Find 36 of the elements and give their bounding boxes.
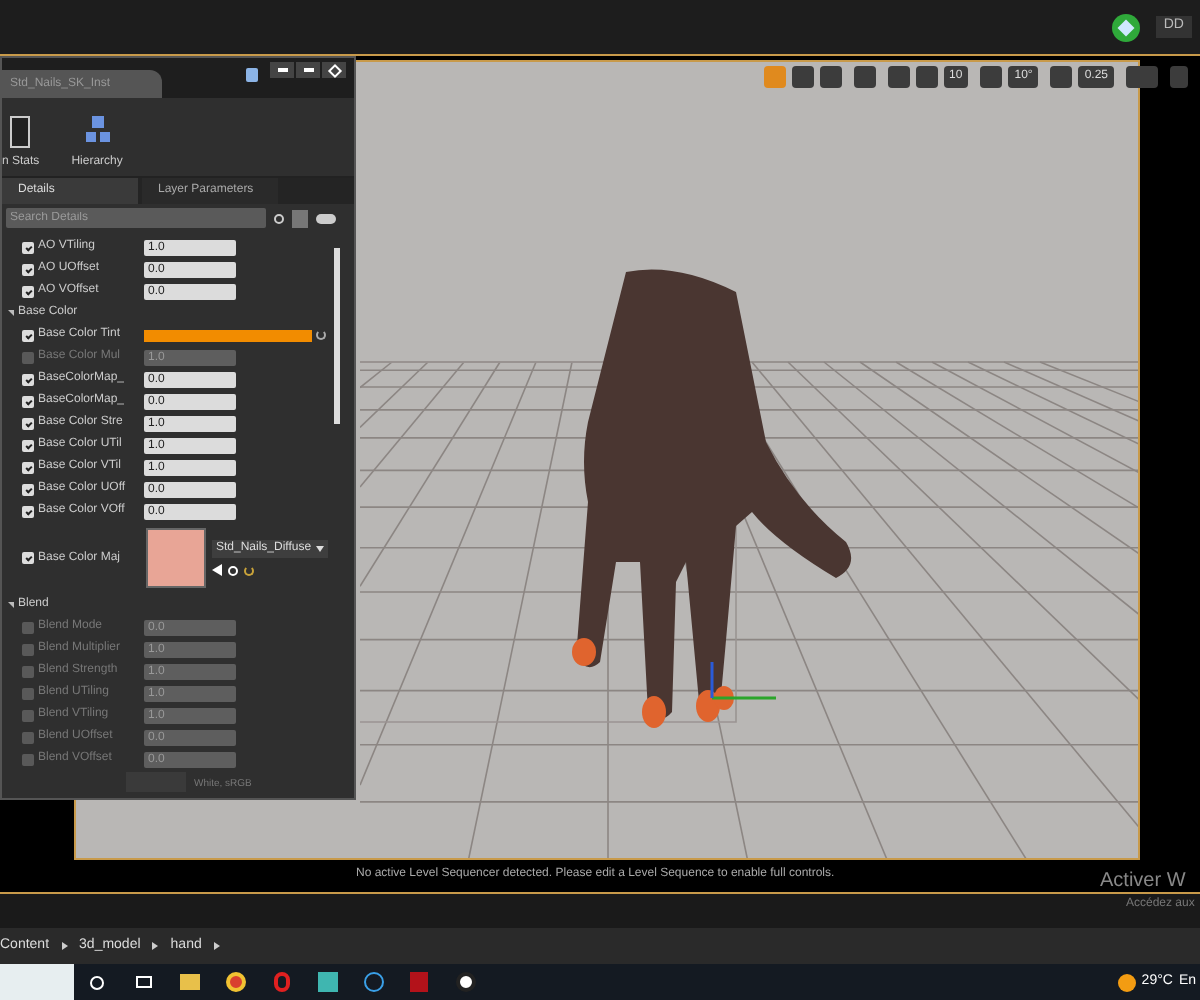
folder-icon[interactable] — [179, 974, 199, 990]
checkbox[interactable] — [22, 505, 34, 517]
transform-gizmo-icon[interactable] — [710, 662, 776, 700]
reset-icon[interactable] — [316, 330, 326, 340]
reset-icon[interactable] — [244, 565, 254, 575]
arrow-left-icon[interactable] — [212, 564, 222, 576]
checkbox[interactable] — [22, 461, 34, 473]
activation-title: Activer W — [1100, 868, 1186, 896]
color-swatch[interactable] — [144, 329, 312, 341]
checkbox[interactable] — [22, 263, 34, 275]
checkbox[interactable] — [22, 417, 34, 429]
browser-icon[interactable] — [225, 972, 245, 992]
checkbox[interactable] — [22, 483, 34, 495]
checkbox[interactable] — [22, 241, 34, 253]
task-view-icon[interactable] — [135, 976, 151, 988]
checkbox[interactable] — [22, 552, 34, 564]
expand-arrow-icon[interactable] — [8, 602, 14, 608]
minimize-icon[interactable] — [270, 62, 294, 78]
checkbox[interactable] — [22, 439, 34, 451]
texture-thumbnail — [146, 528, 206, 588]
scrollbar-thumb[interactable] — [334, 248, 340, 424]
app-status-icon[interactable] — [1111, 13, 1140, 41]
opera-icon[interactable] — [273, 972, 289, 992]
checkbox[interactable] — [22, 395, 34, 407]
hierarchy-icon[interactable] — [83, 116, 112, 148]
weather-icon[interactable] — [1117, 973, 1136, 991]
expand-arrow-icon[interactable] — [8, 310, 14, 316]
checkbox[interactable] — [22, 285, 34, 297]
chevron-right-icon[interactable] — [213, 942, 220, 950]
checkbox[interactable] — [22, 373, 34, 385]
wallpaper-thumbnail — [0, 964, 74, 1000]
chevron-right-icon[interactable] — [61, 942, 68, 950]
caret-icon — [315, 546, 324, 552]
checkbox[interactable] — [22, 329, 34, 341]
chevron-right-icon[interactable] — [152, 942, 159, 950]
search-icon[interactable] — [274, 213, 284, 223]
